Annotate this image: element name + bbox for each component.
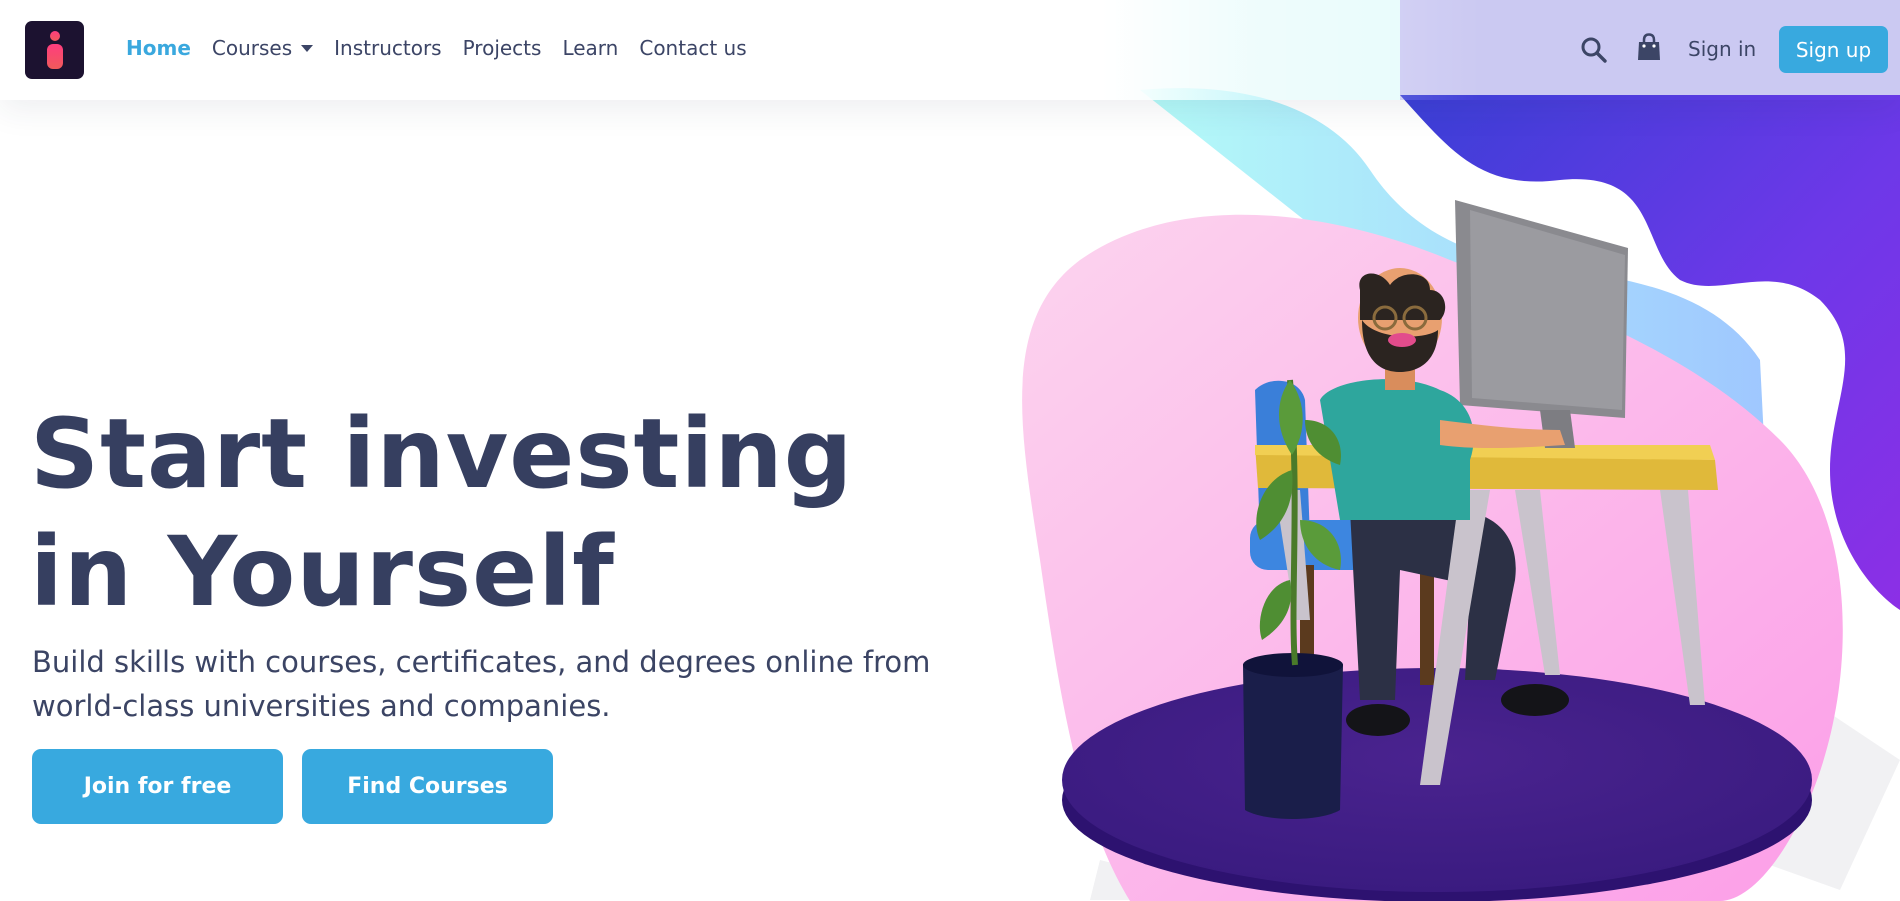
hero-subtitle-line-2: world-class universities and companies.	[32, 689, 611, 723]
nav-home-label: Home	[126, 36, 191, 60]
chevron-down-icon	[301, 44, 314, 52]
hero-title: Start investing in Yourself	[30, 395, 910, 631]
top-navbar: Home Courses Instructors Projects Learn …	[0, 0, 1900, 100]
search-icon	[1581, 37, 1607, 63]
cart-button[interactable]	[1636, 33, 1662, 61]
nav-learn[interactable]: Learn	[562, 36, 618, 60]
hero-subtitle: Build skills with courses, certificates,…	[32, 640, 992, 728]
nav-courses-dropdown[interactable]: Courses	[211, 36, 314, 60]
nav-courses-label: Courses	[211, 36, 293, 60]
nav-instructors[interactable]: Instructors	[334, 36, 441, 60]
nav-projects[interactable]: Projects	[463, 36, 542, 60]
nav-learn-label: Learn	[562, 36, 619, 60]
hero-subtitle-line-1: Build skills with courses, certificates,…	[32, 645, 931, 679]
sign-up-button[interactable]: Sign up	[1779, 26, 1888, 73]
main-nav: Home Courses Instructors Projects Learn …	[126, 36, 768, 60]
sign-in-link[interactable]: Sign in	[1688, 37, 1756, 61]
hero-title-line-1: Start investing	[30, 398, 854, 510]
find-courses-button[interactable]: Find Courses	[302, 749, 553, 824]
shopping-bag-icon	[1638, 33, 1660, 60]
join-for-free-button[interactable]: Join for free	[32, 749, 283, 824]
nav-contact-label: Contact us	[639, 36, 747, 60]
hero-title-line-2: in Yourself	[30, 516, 615, 628]
search-button[interactable]	[1580, 36, 1608, 64]
i-logo-icon	[46, 31, 63, 69]
nav-home[interactable]: Home	[126, 36, 191, 60]
nav-projects-label: Projects	[462, 36, 542, 60]
nav-contact-us[interactable]: Contact us	[639, 36, 746, 60]
brand-logo[interactable]	[25, 21, 84, 79]
nav-instructors-label: Instructors	[334, 36, 442, 60]
